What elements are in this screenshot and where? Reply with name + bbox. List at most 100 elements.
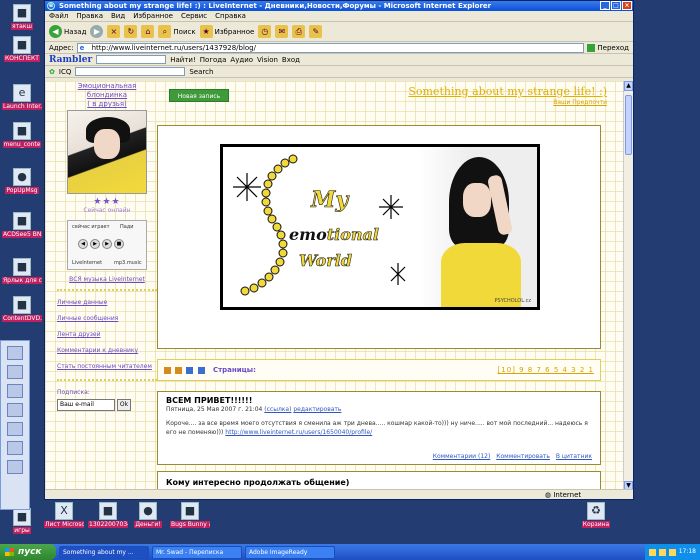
- rambler-vision-button[interactable]: Vision: [257, 56, 278, 64]
- stop-icon[interactable]: ×: [107, 25, 121, 38]
- tray-icon[interactable]: [648, 548, 656, 556]
- desktop-icon-1[interactable]: ■ ятакш: [2, 4, 42, 32]
- vertical-scrollbar[interactable]: ▲ ▼: [623, 81, 633, 491]
- quick-launch-icon[interactable]: [7, 422, 23, 436]
- pagination[interactable]: [10] 9 8 7 6 5 4 3 2 1: [498, 360, 594, 380]
- maximize-button[interactable]: □: [611, 1, 621, 10]
- print-icon[interactable]: [186, 366, 194, 374]
- post-permalink[interactable]: (ссылка): [264, 406, 291, 413]
- quote-link[interactable]: В цитатник: [556, 453, 592, 460]
- blog-subtitle[interactable]: Ваши Предпочти: [553, 99, 607, 106]
- desktop-icon-6[interactable]: ■ACDSee5 BNP Image: [2, 212, 42, 240]
- icq-flower-icon[interactable]: ✿: [49, 68, 55, 76]
- desktop-icon-excel[interactable]: XЛист Microsoft Excel: [44, 502, 84, 530]
- tray-icon[interactable]: [668, 548, 676, 556]
- desktop-icon-recycle[interactable]: ♻ Корзина: [576, 502, 616, 530]
- side-link-friends-feed[interactable]: Лента друзей: [57, 331, 157, 338]
- comments-link[interactable]: Комментарии (12): [433, 453, 491, 460]
- scroll-up-icon[interactable]: ▲: [624, 81, 633, 91]
- print-icon[interactable]: ⎙: [292, 25, 306, 38]
- player-prev-icon[interactable]: ◀: [78, 239, 88, 249]
- rambler-logo[interactable]: Rambler: [49, 55, 92, 65]
- subscribe-ok-button[interactable]: Ok: [117, 399, 131, 411]
- desktop-icon-bugs[interactable]: ■Bugs Bunny and Taz: [170, 502, 210, 530]
- post-title[interactable]: ВСЕМ ПРИВЕТ!!!!!!: [166, 396, 592, 405]
- rambler-audio-button[interactable]: Аудио: [230, 56, 253, 64]
- tray-icon[interactable]: [658, 548, 666, 556]
- icq-label[interactable]: ICQ: [59, 68, 71, 76]
- title-bar[interactable]: e Something about my strange life! :) : …: [45, 1, 633, 11]
- quick-launch-icon[interactable]: [7, 346, 23, 360]
- task-imageready[interactable]: Adobe ImageReady: [245, 545, 335, 559]
- user-avatar[interactable]: [67, 110, 147, 194]
- desktop-icon-money[interactable]: ● Деньги!: [128, 502, 168, 530]
- edit-icon[interactable]: ✎: [309, 25, 323, 38]
- home-icon[interactable]: ⌂: [141, 25, 155, 38]
- icq-search-input[interactable]: [75, 67, 186, 76]
- refresh-icon[interactable]: ↻: [124, 25, 138, 38]
- side-link-comments[interactable]: Комментарии к дневнику: [57, 347, 157, 354]
- comment-link[interactable]: Комментировать: [496, 453, 550, 460]
- side-link-personal-data[interactable]: Личные данные: [57, 299, 157, 306]
- posts-toolbar: Страницы: [10] 9 8 7 6 5 4 3 2 1: [157, 359, 601, 381]
- address-input[interactable]: http://www.liveinternet.ru/users/1437928…: [76, 42, 585, 53]
- rambler-weather-button[interactable]: Погода: [200, 56, 227, 64]
- scroll-thumb[interactable]: [625, 95, 632, 155]
- emo-banner: My emotional World PSYCHOLOL.cz: [220, 144, 540, 310]
- desktop-icon-5[interactable]: ● PopUpMsg: [2, 168, 42, 196]
- blog-title[interactable]: Something about my strange life! :): [408, 85, 607, 98]
- subscribe-email-input[interactable]: Ваш e-mail: [57, 399, 115, 411]
- forward-arrow-icon[interactable]: ▶: [90, 25, 104, 38]
- menu-favorites[interactable]: Избранное: [133, 11, 173, 21]
- task-chat[interactable]: Mr. Swad - Переписка: [152, 545, 242, 559]
- quick-launch-icon[interactable]: [7, 441, 23, 455]
- music-player[interactable]: сейчас играет Пади ◀ ▶ ▶ ■ LiveInternet …: [67, 220, 147, 270]
- back-button[interactable]: ◀ Назад: [49, 25, 86, 38]
- start-button[interactable]: пуск: [0, 544, 56, 560]
- close-button[interactable]: ×: [622, 1, 632, 10]
- player-play-icon[interactable]: ▶: [90, 239, 100, 249]
- desktop-icon-8[interactable]: ■ ContentDVD...: [2, 296, 42, 324]
- add-friend-link[interactable]: ( в друзья): [87, 100, 127, 108]
- desktop-icon-games[interactable]: ■ игры: [2, 508, 42, 536]
- desktop-icon-photo[interactable]: ■ 13022007034: [88, 502, 128, 530]
- tag-icon[interactable]: [164, 366, 171, 374]
- quick-launch-icon[interactable]: [7, 384, 23, 398]
- clock[interactable]: 17:18: [679, 544, 696, 560]
- favorites-button[interactable]: ★ Избранное: [199, 25, 254, 38]
- blog-post-2-title[interactable]: Кому интересно продолжать общение): [157, 471, 601, 491]
- menu-tools[interactable]: Сервис: [181, 11, 207, 21]
- rambler-find-button[interactable]: Найти!: [170, 56, 196, 64]
- desktop-icon-2[interactable]: ■ КОНСПЕКТ: [2, 36, 42, 64]
- menu-view[interactable]: Вид: [111, 11, 125, 21]
- new-post-button[interactable]: Новая запись: [169, 89, 229, 102]
- minimize-button[interactable]: _: [600, 1, 610, 10]
- post-edit-link[interactable]: редактировать: [293, 406, 341, 413]
- quick-launch-icon[interactable]: [7, 460, 23, 474]
- quick-launch-icon[interactable]: [7, 403, 23, 417]
- desktop-icon-4[interactable]: ■ menu_conte: [2, 122, 42, 150]
- history-icon[interactable]: ◷: [258, 25, 272, 38]
- user-top-link[interactable]: Эмоциональная блондинка: [78, 82, 137, 99]
- rambler-login-button[interactable]: Вход: [282, 56, 300, 64]
- player-next-icon[interactable]: ▶: [102, 239, 112, 249]
- menu-help[interactable]: Справка: [215, 11, 246, 21]
- quick-launch-icon[interactable]: [7, 365, 23, 379]
- desktop-icon-3[interactable]: e Launch Inter...: [2, 84, 42, 112]
- menu-file[interactable]: Файл: [49, 11, 68, 21]
- menu-edit[interactable]: Правка: [76, 11, 103, 21]
- rss-icon[interactable]: [197, 366, 205, 374]
- mail-icon[interactable]: ✉: [275, 25, 289, 38]
- rambler-search-input[interactable]: [96, 55, 167, 64]
- desktop-icon-7[interactable]: ■Ярлык для chk.co: [2, 258, 42, 286]
- search-button[interactable]: ⌕ Поиск: [158, 25, 196, 38]
- side-link-messages[interactable]: Личные сообщения: [57, 315, 157, 322]
- all-music-link[interactable]: ВСЯ музыка LiveInternet: [69, 276, 145, 283]
- post-body-link[interactable]: http://www.liveinternet.ru/users/1650040…: [225, 429, 372, 436]
- go-button[interactable]: Переход: [587, 43, 629, 52]
- calendar-icon[interactable]: [175, 366, 183, 374]
- player-stop-icon[interactable]: ■: [114, 239, 124, 249]
- side-link-subscribe-reader[interactable]: Стать постоянным читателем: [57, 363, 157, 370]
- icq-search-button[interactable]: Search: [189, 68, 213, 76]
- task-ie[interactable]: Something about my ...: [59, 545, 149, 559]
